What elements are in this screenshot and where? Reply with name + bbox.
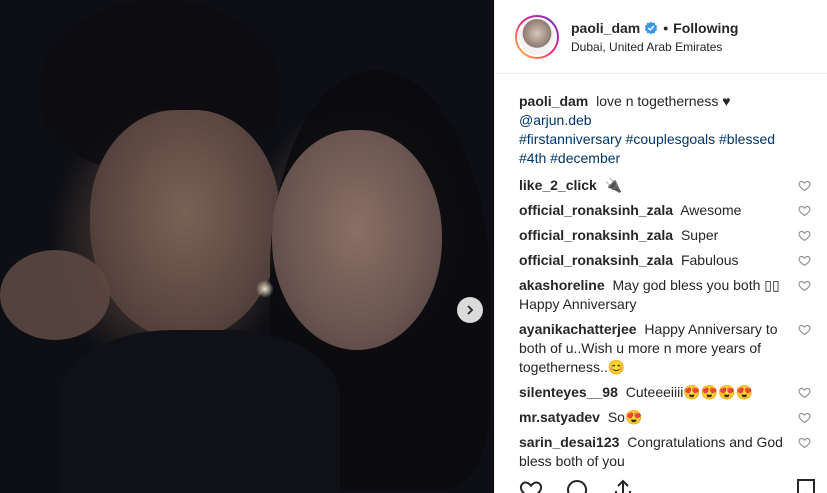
photo-face-right [272, 130, 442, 350]
photo-shirt [60, 330, 340, 493]
post-header: paoli_dam • Following Dubai, United Arab… [495, 0, 827, 74]
comment-icon[interactable] [565, 478, 589, 493]
post-location[interactable]: Dubai, United Arab Emirates [571, 40, 738, 54]
heart-outline-icon[interactable] [798, 279, 811, 292]
comment-username[interactable]: official_ronaksinh_zala [519, 252, 673, 268]
comment-item: official_ronaksinh_zala Super [519, 226, 811, 245]
comment-body: silenteyes__98 Cuteeeiiii😍😍😍😍 [519, 383, 787, 402]
follow-separator: • [663, 19, 669, 36]
avatar-image [517, 16, 557, 57]
comment-body: ayanikachatterjee Happy Anniversary to b… [519, 320, 787, 377]
heart-outline-icon[interactable] [798, 179, 811, 192]
comment-body: official_ronaksinh_zala Fabulous [519, 251, 787, 270]
caption-username[interactable]: paoli_dam [519, 93, 588, 109]
heart-outline-icon[interactable] [798, 254, 811, 267]
comment-text: Cuteeeiiii😍😍😍😍 [625, 384, 754, 400]
comment-username[interactable]: official_ronaksinh_zala [519, 227, 673, 243]
comment-text: 🔌 [604, 177, 623, 193]
comment-body: like_2_click 🔌 [519, 176, 787, 195]
comments-list: paoli_dam love n togetherness ♥ @arjun.d… [495, 74, 827, 471]
comment-body: akashoreline May god bless you both ▯▯ H… [519, 276, 787, 314]
heart-outline-icon[interactable] [798, 436, 811, 449]
heart-outline-icon[interactable] [798, 386, 811, 399]
post-side-panel: paoli_dam • Following Dubai, United Arab… [494, 0, 827, 493]
photo-arm [0, 250, 110, 340]
comment-username[interactable]: sarin_desai123 [519, 434, 619, 450]
heart-icon[interactable] [519, 478, 543, 493]
photo-light [256, 280, 274, 298]
share-icon[interactable] [611, 478, 635, 493]
comment-body: mr.satyadev So😍 [519, 408, 787, 427]
post-photo[interactable] [0, 0, 494, 493]
comment-username[interactable]: mr.satyadev [519, 409, 600, 425]
caption-mention[interactable]: @arjun.deb [519, 112, 592, 128]
following-button[interactable]: Following [673, 20, 738, 36]
comment-text: So😍 [607, 409, 643, 425]
comment-item: official_ronaksinh_zala Awesome [519, 201, 811, 220]
comment-item: official_ronaksinh_zala Fabulous [519, 251, 811, 270]
heart-outline-icon[interactable] [798, 323, 811, 336]
comment-item: akashoreline May god bless you both ▯▯ H… [519, 276, 811, 314]
caption-hashtags-line2[interactable]: #4th #december [519, 150, 620, 166]
comment-text: Awesome [680, 202, 742, 218]
header-row: paoli_dam • Following [571, 20, 738, 36]
comment-item: sarin_desai123 Congratulations and God b… [519, 433, 811, 471]
comment-item: mr.satyadev So😍 [519, 408, 811, 427]
header-text: paoli_dam • Following Dubai, United Arab… [571, 20, 738, 54]
heart-outline-icon[interactable] [798, 411, 811, 424]
next-photo-button[interactable] [457, 297, 483, 323]
avatar[interactable] [515, 14, 559, 59]
post-actions [519, 478, 635, 493]
comment-username[interactable]: silenteyes__98 [519, 384, 618, 400]
heart-outline-icon[interactable] [798, 229, 811, 242]
comment-username[interactable]: like_2_click [519, 177, 597, 193]
comment-item: like_2_click 🔌 [519, 176, 811, 195]
verified-badge-icon [645, 21, 658, 34]
comment-username[interactable]: official_ronaksinh_zala [519, 202, 673, 218]
post-caption: paoli_dam love n togetherness ♥ @arjun.d… [519, 92, 811, 168]
post-username[interactable]: paoli_dam [571, 20, 640, 36]
comment-text: Super [680, 227, 719, 243]
caption-text: love n togetherness ♥ [596, 93, 731, 109]
caption-hashtags-line1[interactable]: #firstanniversary #couplesgoals #blessed [519, 131, 775, 147]
heart-outline-icon[interactable] [798, 204, 811, 217]
comment-item: silenteyes__98 Cuteeeiiii😍😍😍😍 [519, 383, 811, 402]
chevron-right-icon [467, 305, 474, 315]
bookmark-icon[interactable] [795, 478, 817, 493]
comment-body: official_ronaksinh_zala Super [519, 226, 787, 245]
photo-face-left [90, 110, 280, 340]
comment-body: official_ronaksinh_zala Awesome [519, 201, 787, 220]
comment-username[interactable]: ayanikachatterjee [519, 321, 637, 337]
comment-text: Fabulous [680, 252, 739, 268]
comment-item: ayanikachatterjee Happy Anniversary to b… [519, 320, 811, 377]
comment-body: sarin_desai123 Congratulations and God b… [519, 433, 787, 471]
comment-username[interactable]: akashoreline [519, 277, 605, 293]
